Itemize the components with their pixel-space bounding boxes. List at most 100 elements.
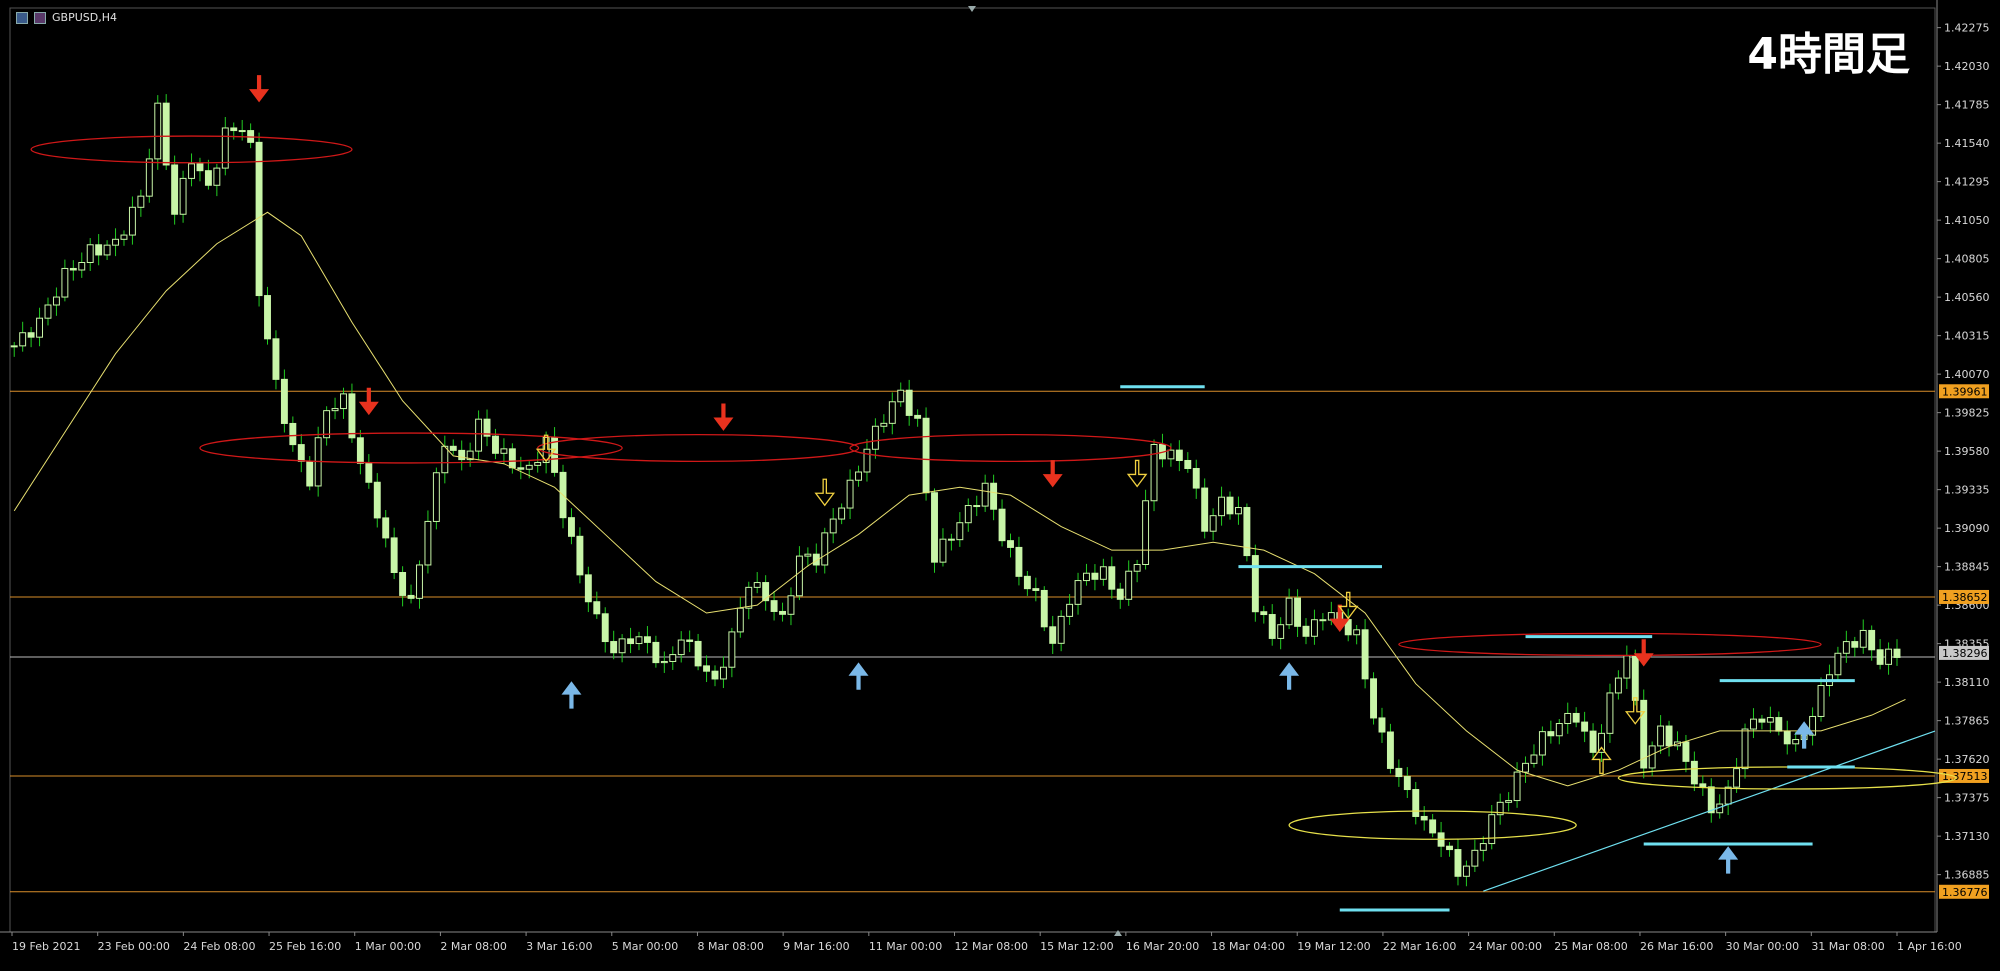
candle-body — [52, 296, 60, 306]
candle-body — [188, 163, 195, 179]
candle-body — [956, 522, 964, 541]
y-tick-label: 1.38110 — [1944, 676, 1990, 689]
candle-body — [821, 532, 829, 566]
candle-body — [1758, 718, 1766, 723]
candle-body — [306, 460, 314, 487]
candle-body — [576, 535, 584, 576]
candle-body — [297, 444, 305, 462]
buy-signal-arrow-icon — [848, 662, 869, 690]
candle-body — [829, 518, 837, 534]
candle-body — [1479, 843, 1487, 851]
x-tick-label: 19 Feb 2021 — [12, 940, 80, 953]
symbol-header: GBPUSD,H4 — [16, 11, 117, 24]
buy-signal-arrow-icon — [1279, 662, 1300, 690]
candle-body — [1302, 625, 1310, 637]
candle-body — [669, 654, 677, 662]
candle-body — [973, 505, 981, 508]
y-tick-label: 1.40315 — [1944, 330, 1990, 343]
x-tick-label: 26 Mar 16:00 — [1640, 940, 1713, 953]
candle-body — [1614, 677, 1622, 694]
candle-body — [441, 445, 449, 474]
candle-body — [1868, 629, 1876, 651]
candle-body — [1581, 721, 1589, 732]
candle-body — [1682, 741, 1690, 762]
x-tick-label: 1 Apr 16:00 — [1897, 940, 1962, 953]
x-tick-label: 12 Mar 08:00 — [955, 940, 1028, 953]
candle-body — [846, 479, 854, 509]
candle-body — [356, 437, 364, 464]
candle-body — [635, 636, 643, 645]
candle-body — [137, 195, 145, 208]
candle-body — [492, 435, 499, 454]
candle-body — [449, 445, 457, 451]
candle-body — [1057, 615, 1065, 644]
x-tick-label: 25 Feb 16:00 — [269, 940, 341, 953]
chart-area[interactable]: 1.42275 1.42030 1.41785 1.41540 1.41295 1.410… — [0, 0, 2000, 967]
candle-body — [1268, 614, 1276, 639]
candle-body — [458, 449, 466, 461]
candle-body — [1606, 692, 1614, 734]
current-price-label: 1.38296 — [1942, 647, 1988, 660]
candle-body — [1226, 496, 1234, 515]
candle-body — [1353, 629, 1361, 636]
candle-body — [1403, 776, 1411, 791]
y-tick-label: 1.39580 — [1944, 445, 1990, 458]
scroll-marker-top-icon — [968, 6, 976, 12]
candle-body — [1842, 641, 1850, 654]
candle-body — [1023, 575, 1031, 590]
buy-signal-arrow-icon — [561, 681, 582, 709]
x-tick-label: 25 Mar 08:00 — [1554, 940, 1627, 953]
symbol-label: GBPUSD,H4 — [52, 11, 117, 24]
candle-body — [525, 464, 533, 470]
candle-body — [69, 267, 77, 271]
candle-body — [112, 238, 119, 246]
y-tick-label: 1.42030 — [1944, 60, 1990, 73]
candle-body — [1049, 626, 1057, 644]
candle-body — [1175, 449, 1183, 461]
candle-body — [1429, 819, 1437, 834]
candle-body — [643, 636, 651, 643]
candle-body — [1538, 731, 1546, 756]
candle-body — [1488, 814, 1496, 845]
candle-body — [1893, 648, 1901, 658]
candle-body — [1133, 563, 1141, 572]
y-tick-label: 1.37130 — [1944, 830, 1990, 843]
candle-body — [331, 408, 339, 412]
candle-body — [1555, 723, 1563, 737]
y-tick-label: 1.37620 — [1944, 753, 1990, 766]
candle-body — [1319, 619, 1327, 622]
candle-body — [584, 574, 592, 603]
candle-body — [1733, 768, 1741, 788]
candle-body — [1564, 712, 1572, 725]
candle-body — [1378, 717, 1386, 733]
y-tick-label: 1.40560 — [1944, 291, 1990, 304]
candle-body — [703, 665, 711, 672]
candle-body — [19, 332, 27, 347]
candle-body — [1859, 629, 1867, 648]
candle-body — [787, 595, 795, 615]
candle-body — [1851, 641, 1859, 648]
candle-body — [508, 448, 516, 469]
candle-body — [880, 422, 888, 427]
candle-body — [1116, 588, 1124, 600]
candle-body — [120, 234, 128, 240]
x-tick-label: 22 Mar 16:00 — [1383, 940, 1456, 953]
y-tick-label: 1.40070 — [1944, 368, 1990, 381]
candle-body — [348, 393, 356, 439]
y-tick-label: 1.39090 — [1944, 522, 1990, 535]
x-tick-label: 30 Mar 00:00 — [1726, 940, 1799, 953]
candle-body — [1310, 619, 1318, 637]
candle-body — [677, 639, 685, 656]
sell-signal-arrow-icon — [249, 75, 270, 103]
candle-body — [863, 448, 871, 473]
level-price-label: 1.39961 — [1942, 385, 1988, 398]
level-price-label: 1.36776 — [1942, 886, 1988, 899]
candle-body — [998, 508, 1006, 542]
resistance-zone-ellipse — [849, 433, 1172, 463]
candle-body — [382, 517, 390, 539]
candle-body — [1657, 725, 1665, 747]
candle-body — [1454, 849, 1462, 877]
candle-body — [1648, 745, 1656, 769]
x-tick-label: 23 Feb 00:00 — [98, 940, 170, 953]
candle-body — [601, 613, 609, 643]
